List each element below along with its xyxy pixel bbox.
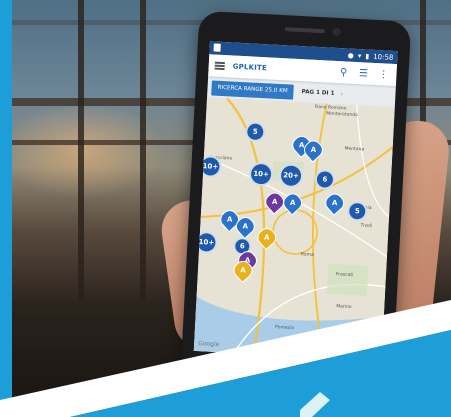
scene: ● ▾ ▮ 10:58 GPLKITE ⚲ ☰ ⋮ RICERCA RANGE … <box>0 0 451 417</box>
decorative-bands <box>0 300 451 417</box>
